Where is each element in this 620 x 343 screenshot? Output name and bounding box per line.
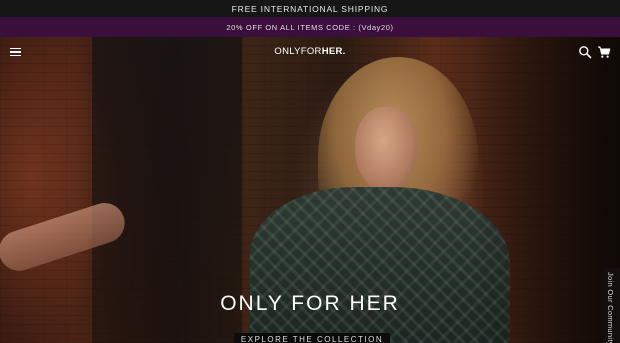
search-icon[interactable] — [578, 45, 592, 59]
site-logo[interactable]: ONLYFORHER. — [270, 46, 350, 60]
promo-text: 20% OFF ON ALL ITEMS CODE : (Vday20) — [226, 22, 394, 32]
shipping-announcement-bar: FREE INTERNATIONAL SHIPPING — [0, 0, 620, 17]
logo-word-her: HER. — [321, 46, 346, 57]
logo-word-for: FOR — [300, 46, 322, 57]
join-community-tab[interactable]: Join Our Community — [603, 268, 620, 343]
shipping-announcement-text: FREE INTERNATIONAL SHIPPING — [231, 3, 389, 14]
model-face — [355, 107, 417, 192]
site-header: ONLYFORHER. — [0, 37, 620, 67]
logo-word-only: ONLY — [274, 46, 301, 57]
hero-title: ONLY FOR HER — [220, 292, 400, 315]
cart-icon[interactable] — [597, 45, 611, 59]
menu-icon[interactable] — [8, 44, 24, 60]
promo-bar: 20% OFF ON ALL ITEMS CODE : (Vday20) — [0, 17, 620, 37]
explore-collection-button[interactable]: EXPLORE THE COLLECTION — [234, 333, 390, 343]
join-community-label: Join Our Community — [606, 272, 615, 343]
